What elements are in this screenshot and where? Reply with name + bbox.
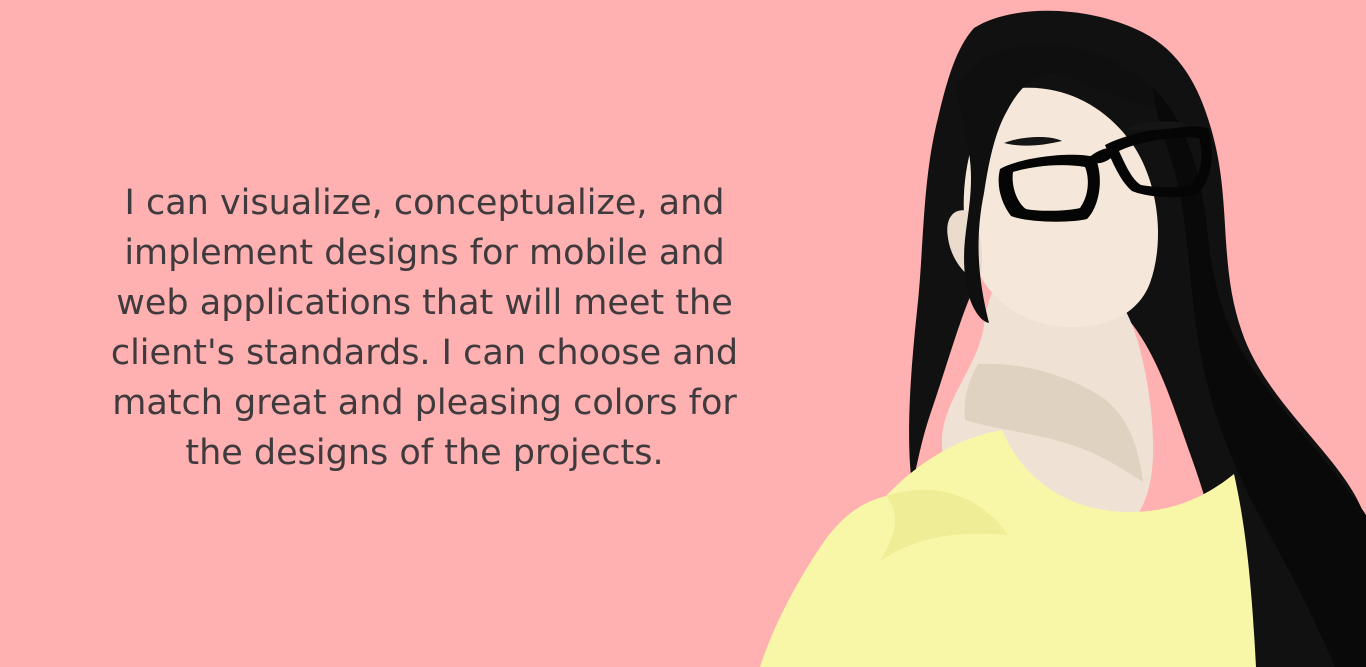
paragraph-line-1: I can visualize, conceptualize, and bbox=[124, 183, 725, 223]
paragraph-line-2: implement designs for mobile and bbox=[124, 233, 725, 273]
paragraph-line-3: web applications that will meet the bbox=[116, 283, 733, 323]
paragraph-line-5: match great and pleasing colors for bbox=[112, 383, 737, 423]
shirt-shape bbox=[760, 430, 1256, 667]
woman-with-glasses-illustration bbox=[760, 10, 1366, 667]
paragraph-line-4: client's standards. I can choose and bbox=[110, 333, 739, 373]
paragraph-line-6: the designs of the projects. bbox=[185, 433, 664, 473]
design-skills-paragraph: I can visualize, conceptualize, and impl… bbox=[92, 178, 757, 478]
